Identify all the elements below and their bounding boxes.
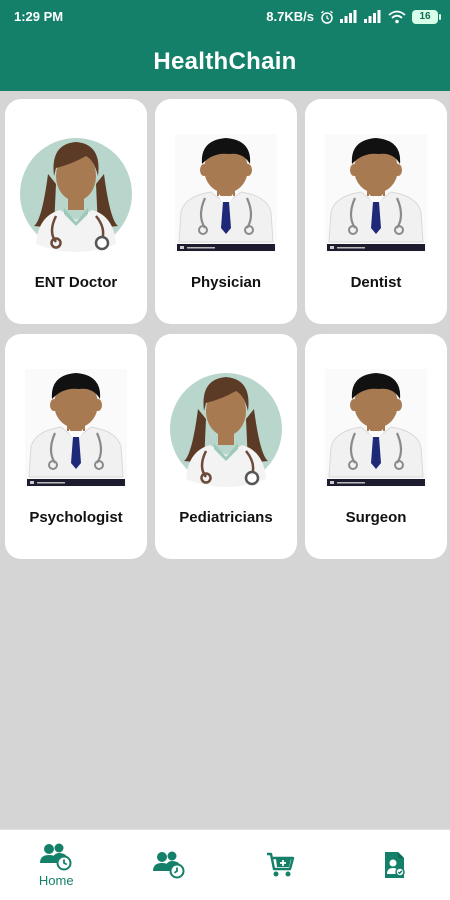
specialist-card-psychologist[interactable]: Psychologist <box>5 334 147 559</box>
specialist-card-pediatricians[interactable]: Pediatricians <box>155 334 297 559</box>
status-icons: 8.7KB/s 16 <box>266 9 441 24</box>
app-bar: HealthChain <box>0 33 450 91</box>
bottom-nav: Home <box>0 829 450 900</box>
male-doctor-avatar <box>316 359 436 489</box>
nav-label-home: Home <box>38 872 74 888</box>
nav-history[interactable] <box>113 830 226 900</box>
specialist-label: Physician <box>190 274 262 291</box>
signal-icon <box>340 10 357 23</box>
users-history-icon <box>152 851 185 879</box>
network-speed: 8.7KB/s <box>266 9 314 24</box>
specialist-card-ent-doctor[interactable]: ENT Doctor <box>5 99 147 324</box>
status-bar: 1:29 PM 8.7KB/s 16 <box>0 0 450 33</box>
app-title: HealthChain <box>153 48 297 75</box>
specialist-card-dentist[interactable]: Dentist <box>305 99 447 324</box>
user-document-icon <box>384 852 405 878</box>
male-doctor-avatar <box>166 124 286 254</box>
specialist-label: Surgeon <box>345 509 407 526</box>
nav-cart[interactable] <box>225 830 338 900</box>
specialist-grid: ENT Doctor Physician Dentist Psychologis… <box>5 99 447 559</box>
alarm-icon <box>321 10 333 24</box>
signal-icon <box>364 10 381 23</box>
cart-add-icon <box>267 852 295 877</box>
male-doctor-avatar <box>316 124 436 254</box>
wifi-icon <box>388 10 406 23</box>
female-doctor-avatar <box>166 359 286 489</box>
specialist-card-physician[interactable]: Physician <box>155 99 297 324</box>
battery-icon: 16 <box>412 9 441 24</box>
nav-records[interactable] <box>338 830 450 900</box>
specialist-label: Pediatricians <box>179 509 273 526</box>
female-doctor-avatar <box>16 124 136 254</box>
users-clock-icon <box>40 843 72 870</box>
status-time: 1:29 PM <box>14 9 64 24</box>
specialist-label: Psychologist <box>29 509 123 526</box>
male-doctor-avatar <box>16 359 136 489</box>
specialist-label: Dentist <box>350 274 402 291</box>
nav-home[interactable]: Home <box>0 830 113 900</box>
specialist-card-surgeon[interactable]: Surgeon <box>305 334 447 559</box>
specialist-label: ENT Doctor <box>34 274 118 291</box>
